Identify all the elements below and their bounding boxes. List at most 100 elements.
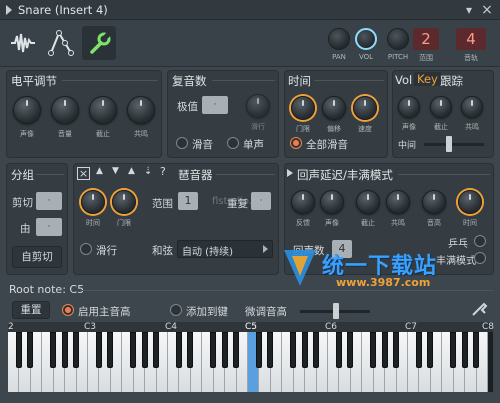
vol-label: VOL [358,53,374,61]
piano-black-key[interactable] [73,332,80,368]
mono-radio[interactable] [227,137,239,149]
cut-spinner[interactable]: · [36,192,62,210]
echo-feedback-knob[interactable] [291,190,315,214]
slide-time-knob[interactable] [246,94,270,118]
fine-tune-slider-handle[interactable] [333,303,339,319]
piano-black-key[interactable] [50,332,57,368]
piano-black-key[interactable] [141,332,148,368]
track-cutoff-knob[interactable] [430,96,452,118]
levels-resonance-knob[interactable] [127,96,155,124]
fx-track-display[interactable]: 4 [456,28,486,50]
chord-select[interactable]: 自动 (持续) [177,240,273,258]
tab-key[interactable]: Key [414,72,441,86]
tab-envelope[interactable] [44,26,78,60]
arp-up-icon[interactable]: ▲ [96,166,103,176]
center-slider-handle[interactable] [446,136,452,152]
piano-black-key[interactable] [313,332,320,368]
porta-label: 滑音 [192,139,213,151]
add-to-key-radio[interactable] [170,304,182,316]
echo-pan-knob[interactable] [320,190,344,214]
track-resonance-knob[interactable] [461,96,483,118]
group-title: 分组 [11,168,34,182]
full-porta-radio[interactable] [290,137,302,149]
arp-gate-knob[interactable] [112,190,136,214]
echo-count-spinner[interactable]: 4 [332,240,352,258]
fat-mode-radio[interactable] [474,252,486,264]
pitch-knob[interactable] [387,28,409,50]
arp-knob-label: 时间 [86,219,100,227]
arp-updown-icon[interactable]: ▲ [128,166,135,176]
piano-black-key[interactable] [427,332,434,368]
arp-sticky-icon[interactable]: ⇣ [144,166,152,177]
echo-resonance-knob[interactable] [386,190,410,214]
octave-label: 2 [8,322,14,332]
piano-black-key[interactable] [107,332,114,368]
piano-black-key[interactable] [153,332,160,368]
tab-misc[interactable] [82,26,116,60]
piano-black-key[interactable] [130,332,137,368]
track-pan-knob[interactable] [398,96,420,118]
echo-knob-label: 反馈 [296,219,310,227]
piano-black-key[interactable] [473,332,480,368]
piano-black-key[interactable] [370,332,377,368]
piano-black-key[interactable] [381,332,388,368]
max-voices-spinner[interactable]: · [202,96,228,114]
arp-slide-radio[interactable] [80,243,92,255]
piano-black-key[interactable] [290,332,297,368]
arp-off-icon[interactable]: × [77,167,90,180]
piano-black-key[interactable] [27,332,34,368]
pitch-range-display[interactable]: 2 [413,28,439,50]
piano-black-key[interactable] [267,332,274,368]
levels-pan-knob[interactable] [13,96,41,124]
echo-cutoff-knob[interactable] [356,190,380,214]
piano-black-key[interactable] [187,332,194,368]
piano-black-key[interactable] [335,332,342,368]
main-pitch-radio[interactable] [62,304,74,316]
arp-random-icon[interactable]: ? [160,165,166,178]
keyboard-settings-icon[interactable] [470,301,488,319]
time-knob-label: 偏移 [327,125,341,133]
cut-by-spinner[interactable]: · [36,218,62,236]
levels-volume-knob[interactable] [51,96,79,124]
collapse-arrow-icon[interactable] [6,5,12,15]
arp-time-knob[interactable] [81,190,105,214]
reset-button[interactable]: 重置 [12,301,50,319]
arp-down-icon[interactable]: ▼ [112,166,119,176]
center-slider-track [424,143,484,146]
levels-cutoff-knob[interactable] [89,96,117,124]
echo-time-knob[interactable] [458,190,482,214]
speed-knob[interactable] [353,96,377,120]
piano-black-key[interactable] [61,332,68,368]
piano-black-key[interactable] [210,332,217,368]
piano-keyboard[interactable] [8,332,493,392]
piano-black-key[interactable] [95,332,102,368]
piano-black-key[interactable] [393,332,400,368]
tab-vol[interactable]: Vol [395,73,412,87]
max-label: 极值 [177,101,198,113]
octave-label: C5 [245,322,258,332]
range-spinner[interactable]: 1 [178,192,198,210]
piano-black-key[interactable] [255,332,262,368]
piano-black-key[interactable] [415,332,422,368]
volume-knob[interactable] [355,28,377,50]
echo-expand-arrow-icon[interactable] [287,169,293,177]
piano-black-key[interactable] [221,332,228,368]
piano-black-key[interactable] [347,332,354,368]
piano-black-key[interactable] [233,332,240,368]
piano-black-key[interactable] [450,332,457,368]
tab-wave[interactable] [6,26,40,60]
piano-black-key[interactable] [175,332,182,368]
piano-black-key[interactable] [15,332,22,368]
echo-pitch-knob[interactable] [422,190,446,214]
menu-arrow-icon[interactable]: ▾ [462,3,476,17]
piano-black-key[interactable] [461,332,468,368]
ping-pong-radio[interactable] [474,235,486,247]
piano-black-key[interactable] [301,332,308,368]
shift-knob[interactable] [322,96,346,120]
self-cut-button[interactable]: 自剪切 [12,246,62,268]
close-icon[interactable]: × [480,3,494,17]
porta-radio[interactable] [176,137,188,149]
gate-knob[interactable] [291,96,315,120]
tracking-label: 跟踪 [440,74,463,88]
pan-knob[interactable] [328,28,350,50]
